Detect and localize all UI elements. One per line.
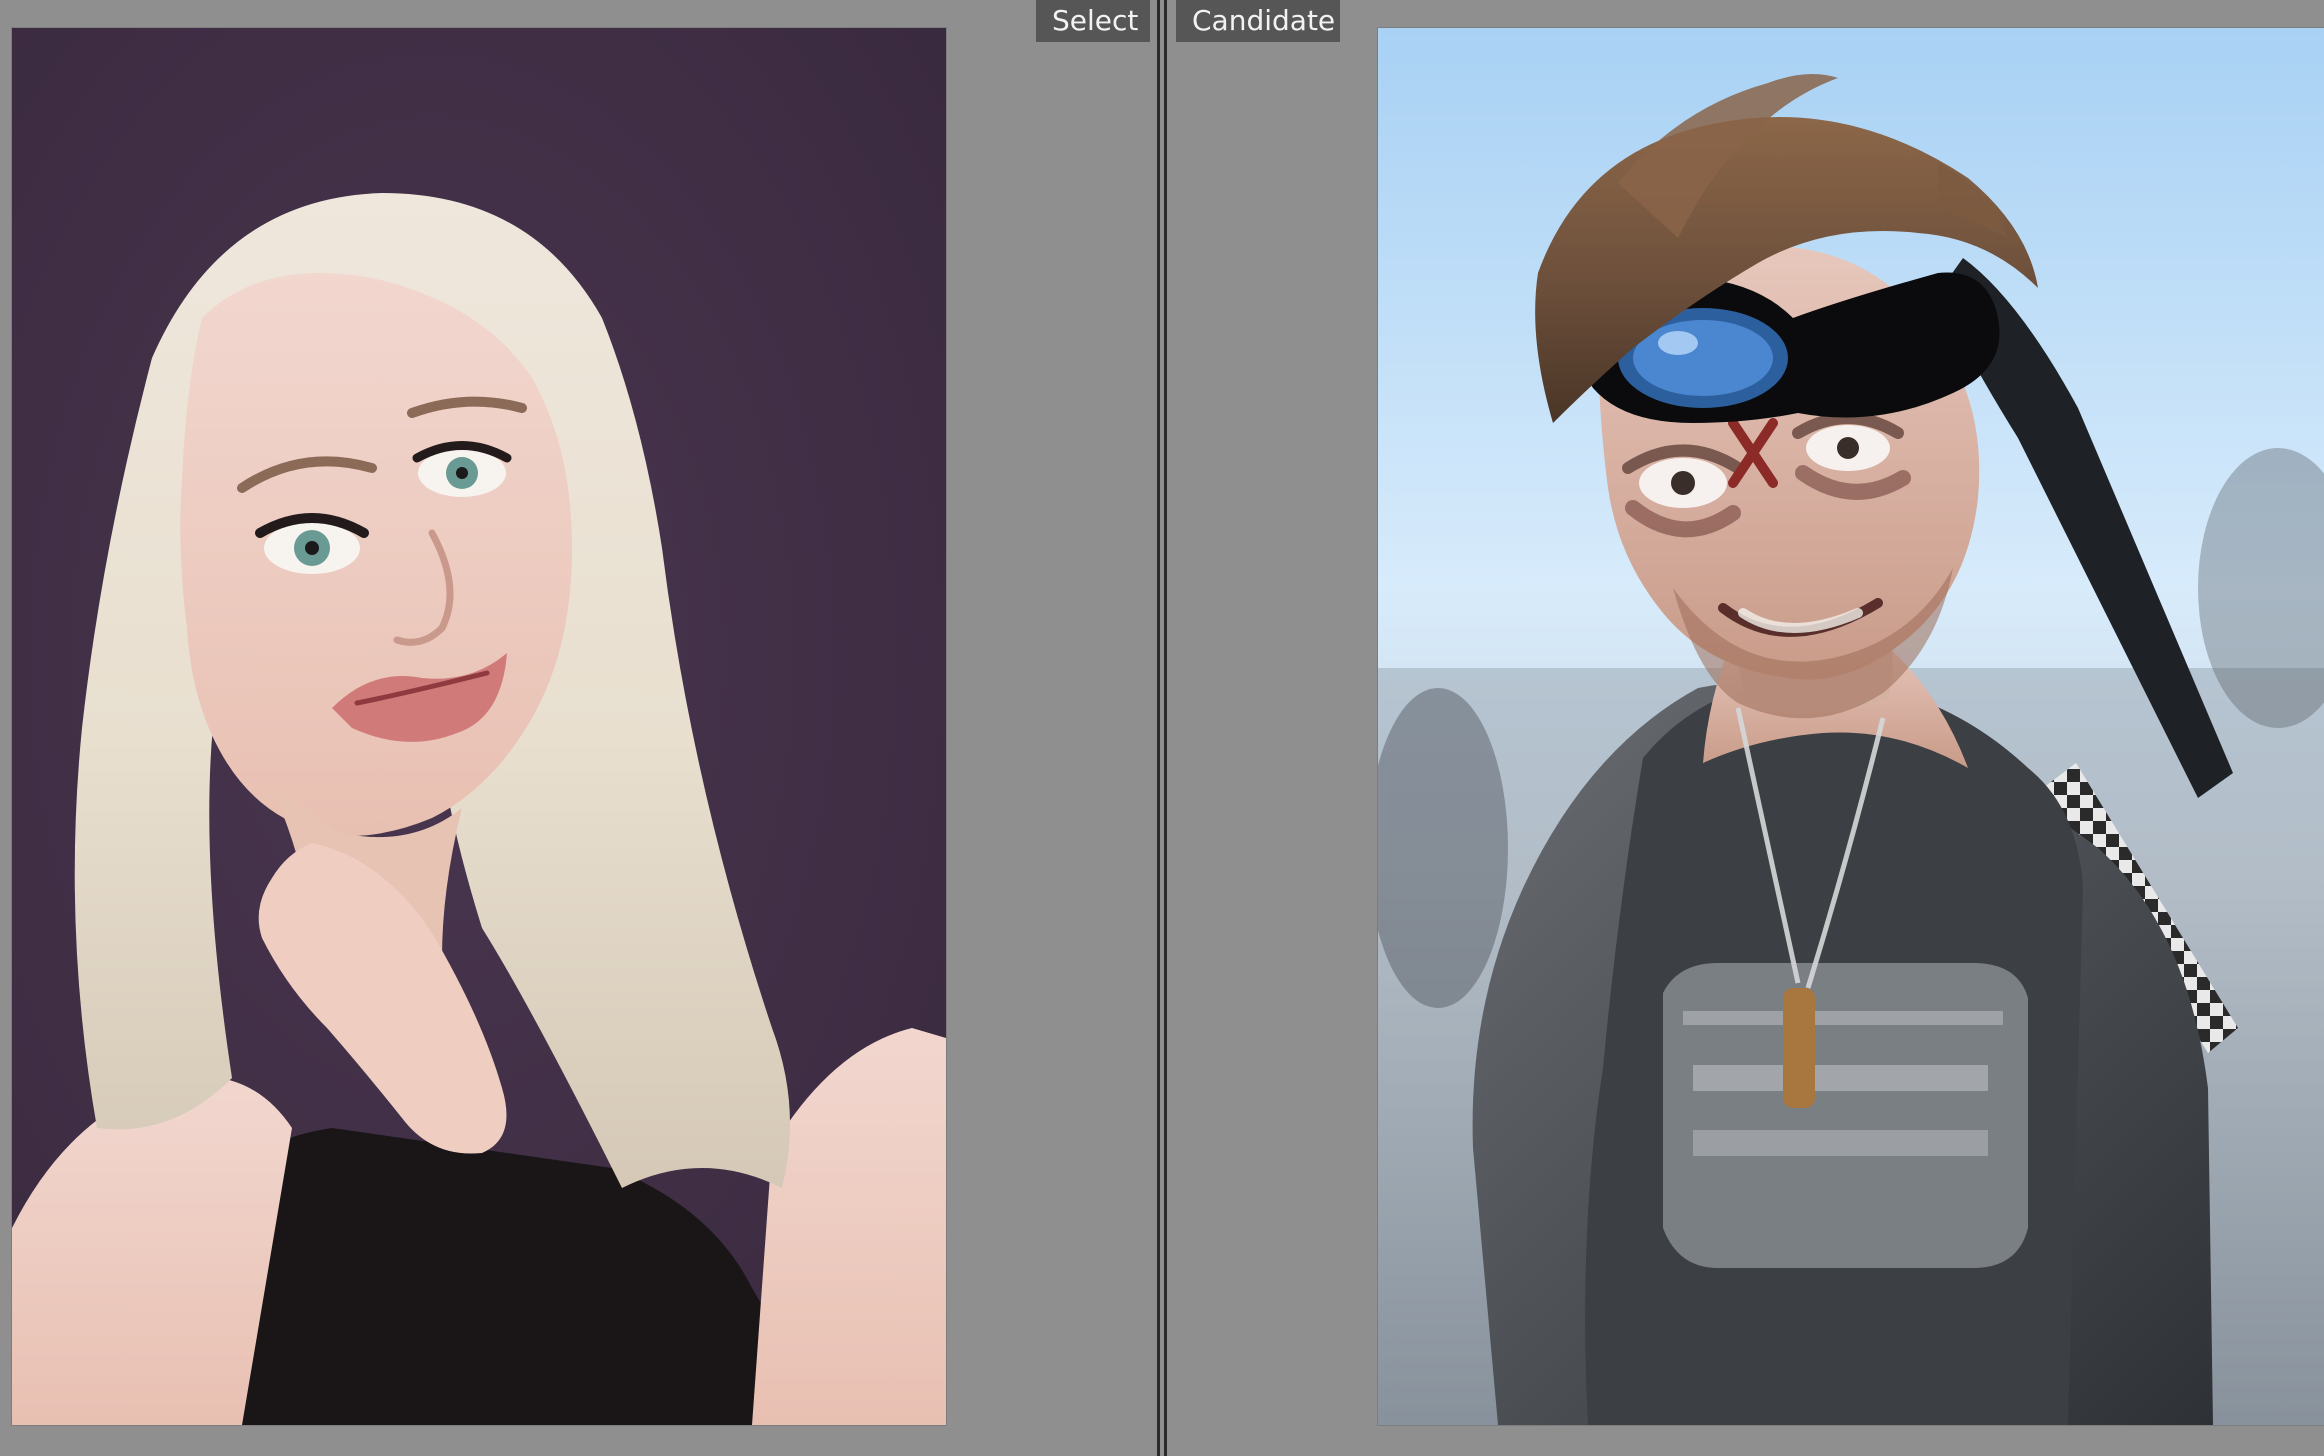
pane-divider[interactable]	[1157, 0, 1167, 1456]
select-photo-image	[12, 28, 946, 1425]
candidate-pane[interactable]: Candidate	[1167, 0, 2324, 1456]
select-label[interactable]: Select	[1036, 0, 1150, 42]
compare-view: Select Candidate	[0, 0, 2324, 1456]
select-pane[interactable]: Select	[0, 0, 1157, 1456]
candidate-photo[interactable]	[1378, 28, 2324, 1425]
candidate-label[interactable]: Candidate	[1176, 0, 1340, 42]
select-photo[interactable]	[12, 28, 946, 1425]
candidate-photo-image	[1378, 28, 2324, 1425]
